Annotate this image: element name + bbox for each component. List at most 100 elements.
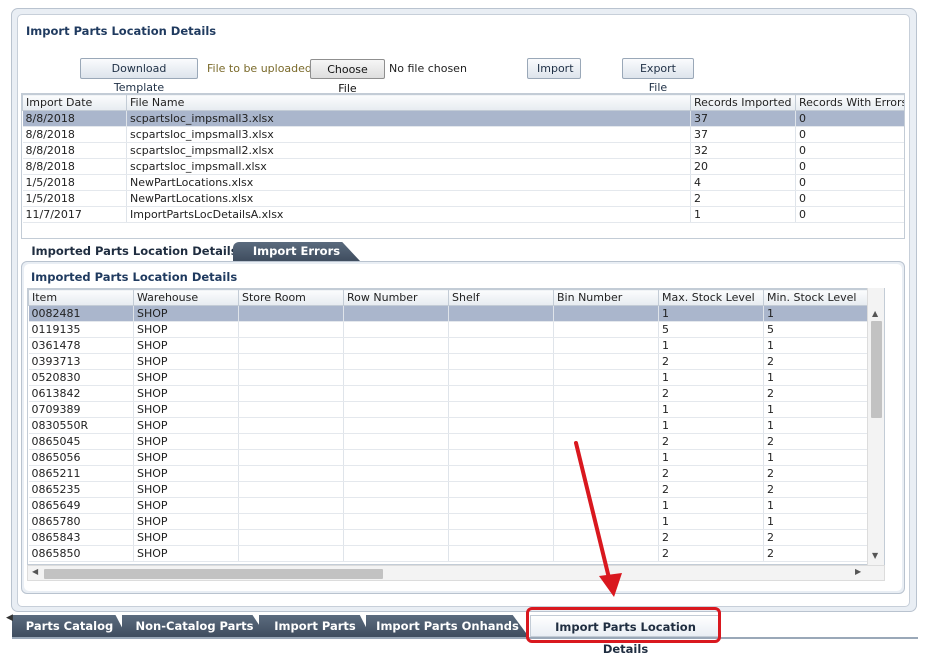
cell-bin [553, 369, 659, 386]
cell-max: 2 [658, 385, 764, 402]
cell-warehouse: SHOP [133, 545, 239, 562]
horizontal-scrollbar[interactable]: ◀ ▶ [27, 565, 885, 581]
cell-store [238, 465, 344, 482]
horizontal-scroll-thumb[interactable] [44, 569, 383, 579]
cell-row [343, 545, 449, 562]
scroll-up-icon[interactable]: ▲ [872, 309, 878, 318]
tab-scroll-left-icon[interactable]: ◀ [6, 613, 13, 623]
col-records-imported[interactable]: Records Imported [690, 94, 796, 111]
col-shelf[interactable]: Shelf [448, 289, 554, 306]
scroll-right-icon[interactable]: ▶ [855, 567, 861, 576]
cell-errors: 0 [795, 158, 904, 175]
tab-imported-parts-location-details[interactable]: Imported Parts Location Details [31, 242, 238, 261]
import-button[interactable]: Import [527, 58, 581, 79]
parts-table-row[interactable]: 0361478 SHOP 1 1 [28, 337, 884, 354]
col-row-number[interactable]: Row Number [343, 289, 449, 306]
cell-warehouse: SHOP [133, 369, 239, 386]
col-item[interactable]: Item [28, 289, 134, 306]
cell-shelf [448, 305, 554, 322]
scroll-down-icon[interactable]: ▼ [872, 551, 878, 560]
vertical-scroll-thumb[interactable] [871, 321, 882, 418]
parts-table-row[interactable]: 0865056 SHOP 1 1 [28, 449, 884, 466]
cell-shelf [448, 513, 554, 530]
imports-table-header: Import Date File Name Records Imported R… [22, 94, 904, 111]
parts-table-row[interactable]: 0393713 SHOP 2 2 [28, 353, 884, 370]
page-title: Import Parts Location Details [26, 24, 217, 38]
parts-table-row[interactable]: 0865045 SHOP 2 2 [28, 433, 884, 450]
scroll-left-icon[interactable]: ◀ [32, 567, 38, 576]
cell-imported: 32 [690, 142, 796, 159]
cell-store [238, 401, 344, 418]
parts-table-row[interactable]: 0865780 SHOP 1 1 [28, 513, 884, 530]
cell-row [343, 481, 449, 498]
tab-import-errors[interactable]: Import Errors [233, 242, 360, 261]
cell-errors: 0 [795, 174, 904, 191]
cell-bin [553, 449, 659, 466]
tab-parts-catalog[interactable]: Parts Catalog [12, 615, 127, 637]
cell-bin [553, 465, 659, 482]
parts-table-row[interactable]: 0082481 SHOP 1 1 [28, 305, 884, 322]
parts-table-row[interactable]: 0865850 SHOP 2 2 [28, 545, 884, 562]
cell-max: 1 [658, 305, 764, 322]
cell-shelf [448, 321, 554, 338]
cell-imported: 1 [690, 206, 796, 223]
imports-table-row[interactable]: 11/7/2017 ImportPartsLocDetailsA.xlsx 1 0 [22, 206, 904, 223]
parts-table-row[interactable]: 0119135 SHOP 5 5 [28, 321, 884, 338]
parts-table-row[interactable]: 0830550R SHOP 1 1 [28, 417, 884, 434]
cell-bin [553, 385, 659, 402]
no-file-chosen-text: No file chosen [389, 62, 467, 75]
cell-bin [553, 497, 659, 514]
col-records-errors[interactable]: Records With Errors [795, 94, 904, 111]
parts-table-row[interactable]: 0613842 SHOP 2 2 [28, 385, 884, 402]
imports-table-row[interactable]: 8/8/2018 scpartsloc_impsmall3.xlsx 37 0 [22, 126, 904, 143]
parts-table-row[interactable]: 0865235 SHOP 2 2 [28, 481, 884, 498]
parts-table-row[interactable]: 0520830 SHOP 1 1 [28, 369, 884, 386]
cell-store [238, 369, 344, 386]
cell-errors: 0 [795, 110, 904, 127]
cell-warehouse: SHOP [133, 449, 239, 466]
col-max-stock-level[interactable]: Max. Stock Level [658, 289, 764, 306]
section-title: Imported Parts Location Details [31, 270, 238, 284]
col-store-room[interactable]: Store Room [238, 289, 344, 306]
col-bin-number[interactable]: Bin Number [553, 289, 659, 306]
download-template-button[interactable]: Download Template [80, 58, 198, 94]
export-file-button[interactable]: Export File [622, 58, 694, 94]
imports-table-row[interactable]: 1/5/2018 NewPartLocations.xlsx 4 0 [22, 174, 904, 191]
tab-import-parts[interactable]: Import Parts [259, 615, 371, 637]
choose-file-button[interactable]: Choose File [310, 59, 385, 95]
col-import-date[interactable]: Import Date [22, 94, 127, 111]
cell-warehouse: SHOP [133, 321, 239, 338]
cell-item: 0082481 [28, 305, 134, 322]
col-warehouse[interactable]: Warehouse [133, 289, 239, 306]
col-file-name[interactable]: File Name [126, 94, 691, 111]
cell-date: 8/8/2018 [22, 126, 127, 143]
cell-bin [553, 337, 659, 354]
cell-shelf [448, 481, 554, 498]
parts-table-row[interactable]: 0709389 SHOP 1 1 [28, 401, 884, 418]
cell-item: 0865211 [28, 465, 134, 482]
tab-non-catalog-parts[interactable]: Non-Catalog Parts [122, 615, 267, 637]
imports-table-row[interactable]: 8/8/2018 scpartsloc_impsmall2.xlsx 32 0 [22, 142, 904, 159]
cell-item: 0709389 [28, 401, 134, 418]
parts-table-row[interactable]: 0865211 SHOP 2 2 [28, 465, 884, 482]
imports-table-row[interactable]: 8/8/2018 scpartsloc_impsmall.xlsx 20 0 [22, 158, 904, 175]
cell-item: 0865850 [28, 545, 134, 562]
cell-max: 1 [658, 401, 764, 418]
cell-item: 0361478 [28, 337, 134, 354]
cell-max: 1 [658, 417, 764, 434]
cell-row [343, 401, 449, 418]
cell-store [238, 321, 344, 338]
vertical-scrollbar[interactable]: ▲ ▼ [867, 288, 884, 565]
annotation-highlight-box [526, 607, 721, 643]
cell-store [238, 417, 344, 434]
parts-table-row[interactable]: 0865843 SHOP 2 2 [28, 529, 884, 546]
imports-table-row[interactable]: 8/8/2018 scpartsloc_impsmall3.xlsx 37 0 [22, 110, 904, 127]
imports-table-row[interactable]: 1/5/2018 NewPartLocations.xlsx 2 0 [22, 190, 904, 207]
cell-bin [553, 433, 659, 450]
cell-date: 11/7/2017 [22, 206, 127, 223]
tab-import-parts-onhands[interactable]: Import Parts Onhands [366, 615, 529, 637]
cell-bin [553, 529, 659, 546]
cell-max: 1 [658, 337, 764, 354]
upload-label: File to be uploaded [207, 62, 312, 75]
parts-table-row[interactable]: 0865649 SHOP 1 1 [28, 497, 884, 514]
